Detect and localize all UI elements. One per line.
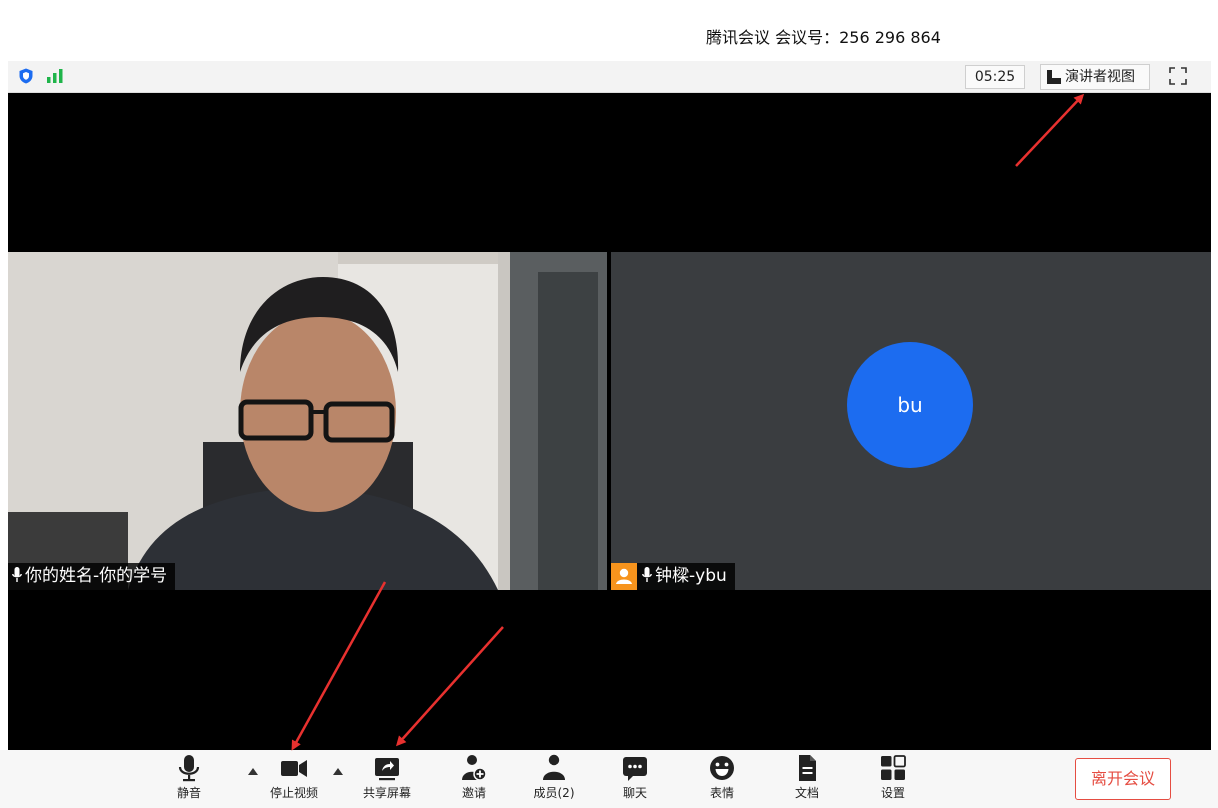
user-icon [611,563,637,590]
share-screen-label: 共享屏幕 [362,786,411,800]
invite-label: 邀请 [461,786,486,800]
participant-avatar: bu [847,342,973,468]
speaker-view-icon [1047,70,1061,84]
invite-button[interactable]: 邀请 [456,754,492,806]
settings-grid-icon [881,755,906,780]
speaker-view-button[interactable]: 演讲者视图 [1040,64,1150,90]
microphone-icon [178,755,200,782]
participant-name: 钟樑-ybu [655,566,727,586]
network-signal-icon[interactable] [46,69,64,83]
microphone-icon [642,567,652,582]
security-shield-icon[interactable] [18,68,34,84]
stop-video-label: 停止视频 [269,786,318,800]
video-tile-self[interactable]: 你的姓名-你的学号 [8,252,607,590]
documents-label: 文档 [794,786,819,800]
chat-icon [623,757,647,781]
mute-button[interactable]: 静音 [172,754,206,806]
video-camera-icon [281,760,307,777]
share-screen-button[interactable]: 共享屏幕 [359,754,415,806]
meeting-title: 腾讯会议 会议号：256 296 864 [706,28,941,47]
document-icon [799,755,816,781]
video-stage: 你的姓名-你的学号 bu 钟樑-ybu [8,93,1211,750]
speaker-view-label: 演讲者视图 [1065,69,1135,85]
chat-button[interactable]: 聊天 [618,754,652,806]
participant-name-tag: 你的姓名-你的学号 [8,563,176,590]
settings-label: 设置 [880,786,905,800]
chat-label: 聊天 [622,786,647,800]
members-icon [543,754,565,780]
participant-name: 你的姓名-你的学号 [25,566,168,586]
meeting-status-bar: 05:25 演讲者视图 [8,61,1211,93]
video-tile-remote[interactable]: bu 钟樑-ybu [611,252,1211,590]
participant-name-tag: 钟樑-ybu [611,563,735,590]
members-label: 成员(2) [533,786,575,800]
reactions-button[interactable]: 表情 [705,754,739,806]
leave-meeting-button[interactable]: 离开会议 [1075,758,1171,800]
invite-user-icon [462,755,487,781]
microphone-icon [12,567,22,582]
members-button[interactable]: 成员(2) [530,754,578,806]
fullscreen-icon[interactable] [1168,66,1188,86]
emoji-icon [710,756,734,780]
video-options-caret[interactable] [333,768,343,775]
settings-button[interactable]: 设置 [876,754,910,806]
window-titlebar: 腾讯会议 会议号：256 296 864 [0,0,1218,60]
audio-options-caret[interactable] [248,768,258,775]
documents-button[interactable]: 文档 [790,754,824,806]
mute-label: 静音 [176,786,201,800]
meeting-timer: 05:25 [965,65,1025,89]
stop-video-button[interactable]: 停止视频 [266,754,322,806]
share-screen-icon [375,758,399,781]
webcam-feed-image [8,252,607,590]
reactions-label: 表情 [709,786,734,800]
meeting-toolbar: 静音 停止视频 共享屏幕 邀请 成员(2) 聊天 表情 文档 设置 离开会议 [0,750,1218,808]
